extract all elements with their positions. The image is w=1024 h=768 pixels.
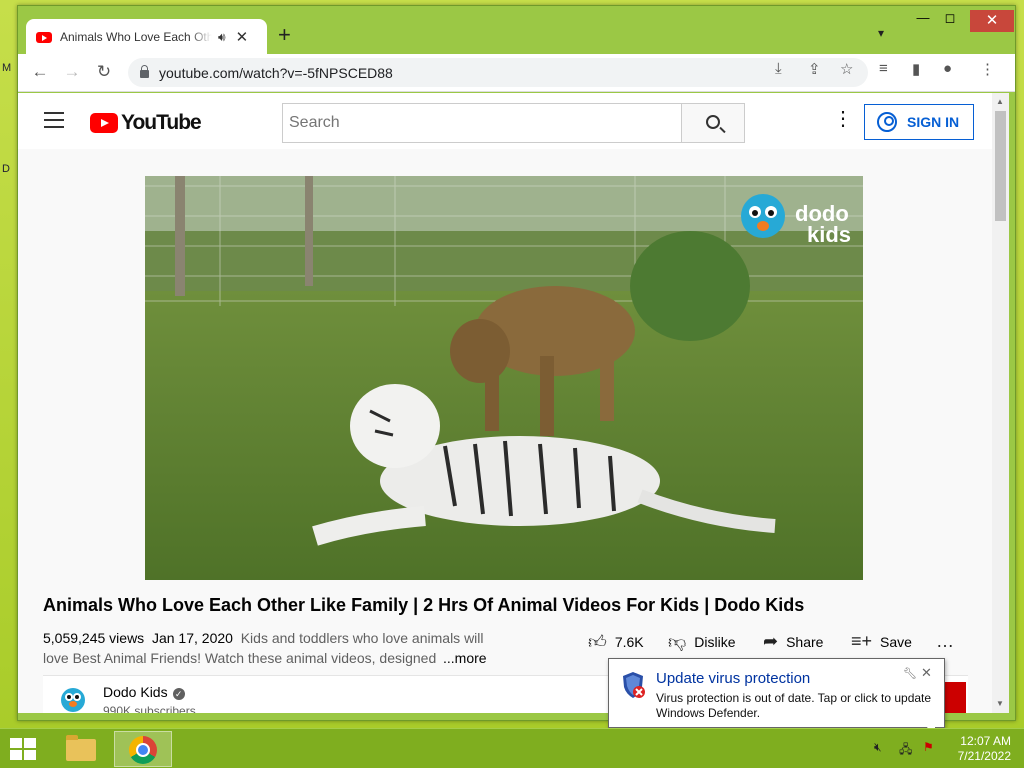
side-panel-icon[interactable]: ▮ xyxy=(912,60,920,78)
folder-icon xyxy=(66,735,96,761)
page-scrollbar[interactable]: ▲ ▼ xyxy=(992,93,1009,713)
taskbar: 🔇︎ 🖧 ⚑ 12:07 AM 7/21/2022 xyxy=(0,728,1024,768)
taskbar-chrome[interactable] xyxy=(114,731,172,767)
subscriber-count: 990K subscribers xyxy=(103,704,196,713)
bookmark-star-icon[interactable]: ☆ xyxy=(840,60,853,78)
minimize-button[interactable]: — xyxy=(911,10,935,25)
close-window-button[interactable]: ✕ xyxy=(970,10,1014,32)
palm-bush xyxy=(630,231,750,341)
youtube-play-icon xyxy=(90,113,118,133)
youtube-favicon-icon xyxy=(36,31,52,43)
scroll-up-icon[interactable]: ▲ xyxy=(996,97,1004,106)
notification-title: Update virus protection xyxy=(656,670,811,687)
more-link[interactable]: ...more xyxy=(443,648,487,668)
browser-window: Animals Who Love Each Other Like Family … xyxy=(17,5,1016,721)
clock-date: 7/21/2022 xyxy=(957,749,1011,763)
save-label: Save xyxy=(880,633,912,650)
settings-menu-icon[interactable]: ⋮ xyxy=(833,109,853,129)
search-button[interactable] xyxy=(681,103,745,143)
tab-youtube[interactable]: Animals Who Love Each Other Like Family … xyxy=(26,19,267,55)
wrench-icon[interactable]: 🔧︎ xyxy=(903,667,917,680)
video-frame: dodo kids xyxy=(145,176,863,580)
search-input[interactable] xyxy=(282,103,682,143)
tab-title: Animals Who Love Each Other Like Family … xyxy=(60,30,212,44)
forward-icon[interactable]: → xyxy=(60,62,84,82)
profile-icon[interactable]: ● xyxy=(943,60,952,77)
more-horizontal-icon: … xyxy=(936,631,954,651)
reload-icon[interactable]: ↻ xyxy=(92,62,116,82)
upload-date: Jan 17, 2020 xyxy=(151,630,233,646)
notification-body: Virus protection is out of date. Tap or … xyxy=(656,691,932,720)
more-actions-button[interactable]: … xyxy=(936,631,962,652)
tab-strip: Animals Who Love Each Other Like Family … xyxy=(18,6,1015,55)
windows-start-icon[interactable] xyxy=(10,738,38,760)
thumbs-down-icon: 👎︎ xyxy=(668,632,687,652)
youtube-header: YouTube ⋮ SIGN IN xyxy=(18,93,992,149)
volume-muted-icon[interactable]: 🔇︎ xyxy=(874,740,882,755)
search-icon xyxy=(706,115,720,129)
browser-toolbar: ← → ↻ youtube.com/watch?v=-5fNPSCED88 ⤓ … xyxy=(18,54,1015,92)
address-bar[interactable]: youtube.com/watch?v=-5fNPSCED88 xyxy=(128,58,868,87)
youtube-page: YouTube ⋮ SIGN IN xyxy=(18,93,992,713)
clock-time: 12:07 AM xyxy=(960,734,1011,748)
lock-icon[interactable] xyxy=(140,65,149,78)
thumbs-up-icon: 👍︎ xyxy=(588,632,607,652)
chrome-icon xyxy=(129,736,157,764)
video-player[interactable]: dodo kids xyxy=(145,176,863,580)
media-controls-icon[interactable]: ≡ xyxy=(879,60,888,77)
close-tab-icon[interactable]: ✕ xyxy=(236,28,249,46)
desktop-icon-label[interactable]: M xyxy=(2,62,11,74)
share-icon: ➦ xyxy=(763,631,779,651)
sign-in-label: SIGN IN xyxy=(907,114,960,130)
scroll-down-icon[interactable]: ▼ xyxy=(996,699,1004,708)
account-icon xyxy=(877,112,897,132)
view-count: 5,059,245 views xyxy=(43,630,145,646)
network-icon[interactable]: 🖧 xyxy=(899,740,912,761)
share-button[interactable]: ➦ Share xyxy=(763,631,823,652)
hamburger-menu-icon[interactable] xyxy=(44,112,64,128)
chevron-down-icon[interactable]: ▾ xyxy=(878,26,884,40)
share-page-icon[interactable]: ⇪ xyxy=(808,60,821,78)
speaker-icon[interactable]: 🔊︎ xyxy=(218,30,226,45)
taskbar-file-explorer[interactable] xyxy=(52,731,110,767)
new-tab-button[interactable]: + xyxy=(278,24,291,46)
notification-balloon[interactable]: Update virus protection Virus protection… xyxy=(608,658,945,728)
action-center-alert-icon[interactable]: ⚑ xyxy=(923,740,934,754)
channel-avatar[interactable] xyxy=(57,682,89,713)
video-title: Animals Who Love Each Other Like Family … xyxy=(43,595,805,615)
close-icon[interactable]: ✕ xyxy=(921,665,932,681)
youtube-wordmark: YouTube xyxy=(121,111,202,134)
desktop-icon-label[interactable]: D xyxy=(2,163,10,175)
browser-menu-icon[interactable]: ⋮ xyxy=(980,60,995,78)
like-button[interactable]: 👍︎ 7.6K xyxy=(588,631,644,653)
dislike-button[interactable]: 👎︎ Dislike xyxy=(668,631,736,653)
sign-in-button[interactable]: SIGN IN xyxy=(864,104,974,140)
back-icon[interactable]: ← xyxy=(28,62,52,82)
defender-shield-icon xyxy=(623,672,645,698)
hedge xyxy=(145,231,863,291)
tree-trunk xyxy=(305,176,313,286)
scrollbar-thumb[interactable] xyxy=(995,111,1006,221)
video-description[interactable]: 5,059,245 views Jan 17, 2020 Kids and to… xyxy=(43,628,503,668)
dislike-label: Dislike xyxy=(694,634,736,650)
channel-name[interactable]: Dodo Kids ✓ xyxy=(103,684,185,700)
youtube-logo[interactable]: YouTube xyxy=(90,111,202,135)
system-clock[interactable]: 12:07 AM 7/21/2022 xyxy=(945,734,1011,764)
save-button[interactable]: ≡+ Save xyxy=(851,631,912,652)
channel-name-text: Dodo Kids xyxy=(103,684,168,700)
dodo-bird-icon xyxy=(61,688,85,712)
like-count: 7.6K xyxy=(614,634,644,650)
verified-check-icon: ✓ xyxy=(172,688,185,700)
dodo-logo-line2: kids xyxy=(807,222,851,247)
url-text[interactable]: youtube.com/watch?v=-5fNPSCED88 xyxy=(159,65,393,81)
tree-trunk xyxy=(175,176,185,296)
maximize-button[interactable]: ◻ xyxy=(938,10,962,26)
share-label: Share xyxy=(786,633,824,650)
install-icon[interactable]: ⤓ xyxy=(775,60,782,77)
playlist-add-icon: ≡+ xyxy=(851,631,873,651)
